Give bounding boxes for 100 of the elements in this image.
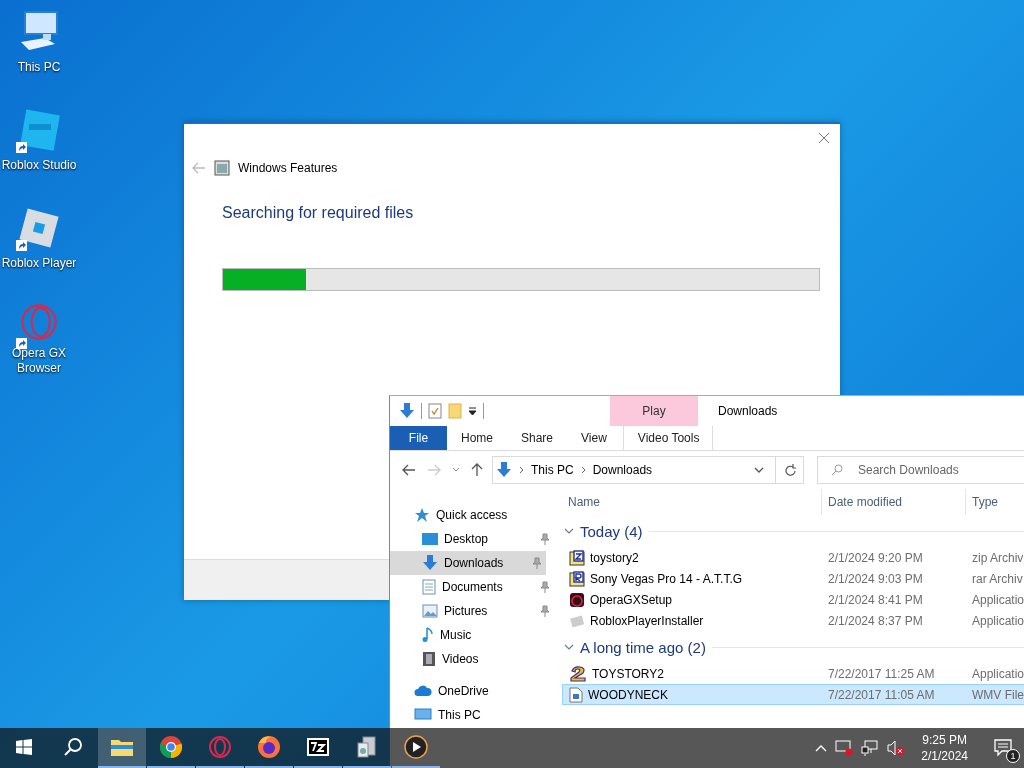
folder-icon [110,737,134,757]
type-cell-text: zip Archiv [970,550,1024,565]
close-icon[interactable] [818,132,830,144]
address-bar[interactable]: This PC Downloads [492,456,804,484]
chevron-down-icon[interactable] [754,466,764,474]
file-name: RobloxPlayerInstaller [589,613,704,628]
column-header[interactable]: Date modified [820,489,965,515]
desktop-icon-label[interactable]: Opera GX Browser [1,346,77,376]
status-heading: Searching for required files [222,204,414,222]
date-cell-text: 2/1/2024 8:41 PM [826,592,924,607]
type-cell-text: Applicatio [970,666,1024,681]
file-name: WOODYNECK [587,687,668,702]
date-cell-text: 7/22/2017 11:05 AM [826,687,936,702]
nav-item[interactable]: Music [390,623,554,647]
refresh-icon[interactable] [785,463,797,477]
pin-icon[interactable] [539,581,550,593]
nav-item[interactable]: This PC [390,703,554,727]
ribbon-tab[interactable]: Share [507,426,568,450]
nav-item[interactable]: Documents [390,575,554,599]
desktop-icon-label[interactable]: This PC [1,60,77,75]
file-name: Sony Vegas Pro 14 - A.T.T.G [589,571,743,586]
image-icon [422,604,438,618]
file-tab[interactable]: File [390,426,447,450]
nav-item[interactable]: Pictures [390,599,554,623]
archive-icon [568,549,585,566]
breadcrumb-item[interactable]: This PC [531,463,574,477]
desktop-icon-label[interactable]: Roblox Studio [1,158,77,173]
file-name: toystory2 [589,550,639,565]
nav-item[interactable]: Downloads [390,551,546,575]
search-icon [63,737,83,757]
video-file-icon [568,686,583,703]
nav-item[interactable]: Videos [390,647,554,671]
cloud-icon [414,685,432,697]
file-row[interactable]: WOODYNECK 7/22/2017 11:05 AM WMV File [561,684,1024,705]
type-cell-text: rar Archiv [970,571,1023,586]
document-icon [422,579,436,595]
chevron-right-icon [519,466,524,474]
speech-bubble-icon[interactable] [994,739,1014,757]
file-row[interactable]: toystory2 2/1/2024 9:20 PM zip Archiv [561,547,1024,568]
chrome-logo-icon [159,735,183,759]
file-row[interactable]: RobloxPlayerInstaller 2/1/2024 8:37 PM Applicatio [561,610,1024,631]
chevron-down-icon[interactable] [563,643,574,651]
music-note-icon [422,627,434,643]
file-row[interactable]: OperaGXSetup 2/1/2024 8:41 PM Applicatio [561,589,1024,610]
properties-icon[interactable] [428,403,442,419]
numeral-icon [568,665,587,682]
contextual-tab-header: Play [610,396,698,426]
chevron-down-icon[interactable] [563,527,574,535]
back-arrow-icon[interactable] [402,464,416,476]
archiver-logo-icon [306,737,330,757]
nav-item[interactable]: Desktop [390,527,554,551]
archive-icon [568,570,585,587]
search-icon [831,464,843,476]
file-row[interactable]: TOYSTORY2 7/22/2017 11:25 AM Applicatio [561,663,1024,684]
search-field[interactable]: Search Downloads [817,456,1024,484]
type-cell-text: Applicatio [970,613,1024,628]
date-cell-text: 2/1/2024 8:37 PM [826,613,924,628]
monitor-alert-icon[interactable] [835,740,854,756]
firefox-logo-icon [257,735,281,759]
pin-icon[interactable] [539,605,550,617]
chevron-up-icon[interactable] [815,744,828,752]
chevron-right-icon [580,466,586,474]
window-title: Downloads [718,404,778,418]
desktop-icon-label[interactable]: Roblox Player [1,256,77,271]
group-header[interactable]: A long time ago (2) [579,638,706,656]
download-arrow-icon[interactable] [399,402,415,420]
column-header[interactable]: Type [964,489,998,515]
windows-logo-icon [16,739,32,755]
column-header[interactable]: Name [561,495,821,509]
breadcrumb-item[interactable]: Downloads [592,463,653,477]
up-arrow-icon[interactable] [471,463,483,477]
nav-item[interactable]: OneDrive [390,679,554,703]
download-arrow-icon [496,461,512,479]
network-icon[interactable] [861,740,880,756]
installer-icon [355,735,379,759]
file-name: OperaGXSetup [589,592,673,607]
dropdown-icon[interactable] [468,406,477,416]
window-frame-icon [214,160,230,176]
group-header[interactable]: Today (4) [579,522,643,540]
play-icon [404,735,428,759]
date-cell-text: 7/22/2017 11:25 AM [826,666,936,681]
nav-item[interactable]: Quick access [390,503,554,527]
file-row[interactable]: Sony Vegas Pro 14 - A.T.T.G 2/1/2024 9:03 PM rar Archiv [561,568,1024,589]
ribbon-tab[interactable]: View [567,426,621,450]
notification-badge: 1 [1006,749,1020,763]
monitor-icon [422,532,438,546]
film-strip-icon [422,651,436,667]
star-icon [414,507,430,523]
pin-icon[interactable] [539,533,550,545]
clock-time[interactable]: 9:25 PM [922,732,967,748]
muted-speaker-icon[interactable] [887,740,906,756]
type-cell-text: WMV File [970,687,1024,702]
clock-date[interactable]: 2/1/2024 [921,748,968,764]
ribbon-tab[interactable]: Home [447,426,507,450]
dialog-title: Windows Features [238,161,338,175]
date-cell-text: 2/1/2024 9:20 PM [826,550,924,565]
chevron-down-icon[interactable] [452,467,460,473]
monitor-icon [414,708,432,722]
opera-logo-icon [568,591,585,608]
type-cell-text: Applicatio [970,592,1024,607]
